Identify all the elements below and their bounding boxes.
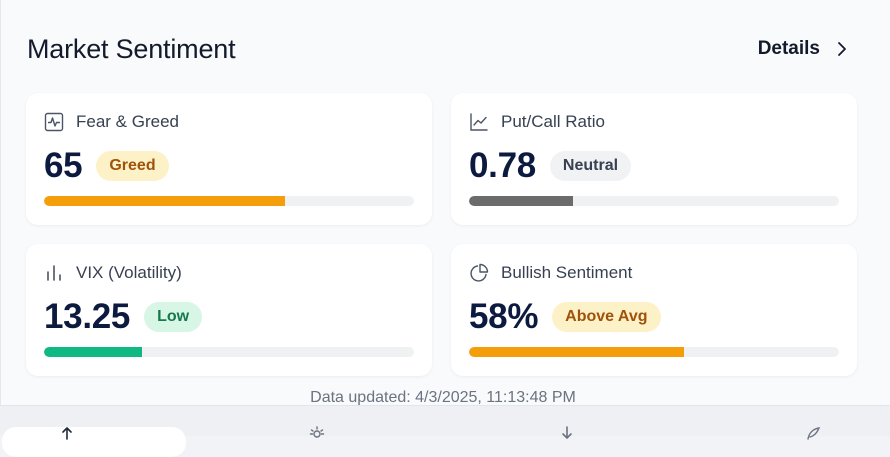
- status-badge: Neutral: [549, 151, 632, 181]
- leaf-icon[interactable]: [805, 425, 821, 441]
- card-label: VIX (Volatility): [76, 263, 182, 282]
- data-updated-text: Data updated: 4/3/2025, 11:13:48 PM: [310, 389, 576, 405]
- status-badge: Above Avg: [552, 302, 661, 332]
- status-badge: Low: [144, 302, 203, 332]
- bottom-nav-bar: [0, 405, 890, 457]
- card-label: Put/Call Ratio: [501, 112, 605, 131]
- vix-card[interactable]: VIX (Volatility) 13.25 Low: [26, 244, 432, 376]
- status-badge: Greed: [96, 151, 169, 181]
- progress-track: [469, 347, 839, 357]
- panel-title: Market Sentiment: [27, 34, 236, 64]
- progress-track: [44, 196, 414, 206]
- progress-fill: [469, 196, 573, 206]
- card-value: 0.78: [469, 146, 536, 185]
- activity-chart-icon: [44, 112, 64, 132]
- details-label: Details: [757, 38, 820, 59]
- bullish-sentiment-card[interactable]: Bullish Sentiment 58% Above Avg: [451, 244, 857, 376]
- card-label: Fear & Greed: [76, 112, 179, 131]
- fear-greed-card[interactable]: Fear & Greed 65 Greed: [26, 93, 432, 225]
- put-call-ratio-card[interactable]: Put/Call Ratio 0.78 Neutral: [451, 93, 857, 225]
- active-nav-tab[interactable]: [2, 427, 186, 457]
- details-link[interactable]: Details: [758, 38, 850, 60]
- card-label: Bullish Sentiment: [501, 263, 633, 282]
- arrow-up-icon[interactable]: [59, 425, 75, 441]
- sun-icon[interactable]: [309, 425, 325, 441]
- card-value: 13.25: [44, 297, 131, 336]
- progress-track: [44, 347, 414, 357]
- market-sentiment-panel: Market Sentiment Details Fear & Greed 65…: [0, 0, 890, 405]
- pie-chart-icon: [470, 263, 489, 282]
- arrow-down-icon[interactable]: [559, 425, 575, 441]
- progress-fill: [44, 347, 143, 357]
- progress-track: [469, 196, 839, 206]
- card-value: 65: [44, 146, 83, 185]
- bar-chart-icon: [47, 265, 61, 281]
- progress-fill: [44, 196, 285, 206]
- chevron-right-icon: [838, 42, 846, 56]
- progress-fill: [469, 347, 684, 357]
- line-chart-icon: [470, 113, 488, 131]
- card-value: 58%: [469, 297, 539, 336]
